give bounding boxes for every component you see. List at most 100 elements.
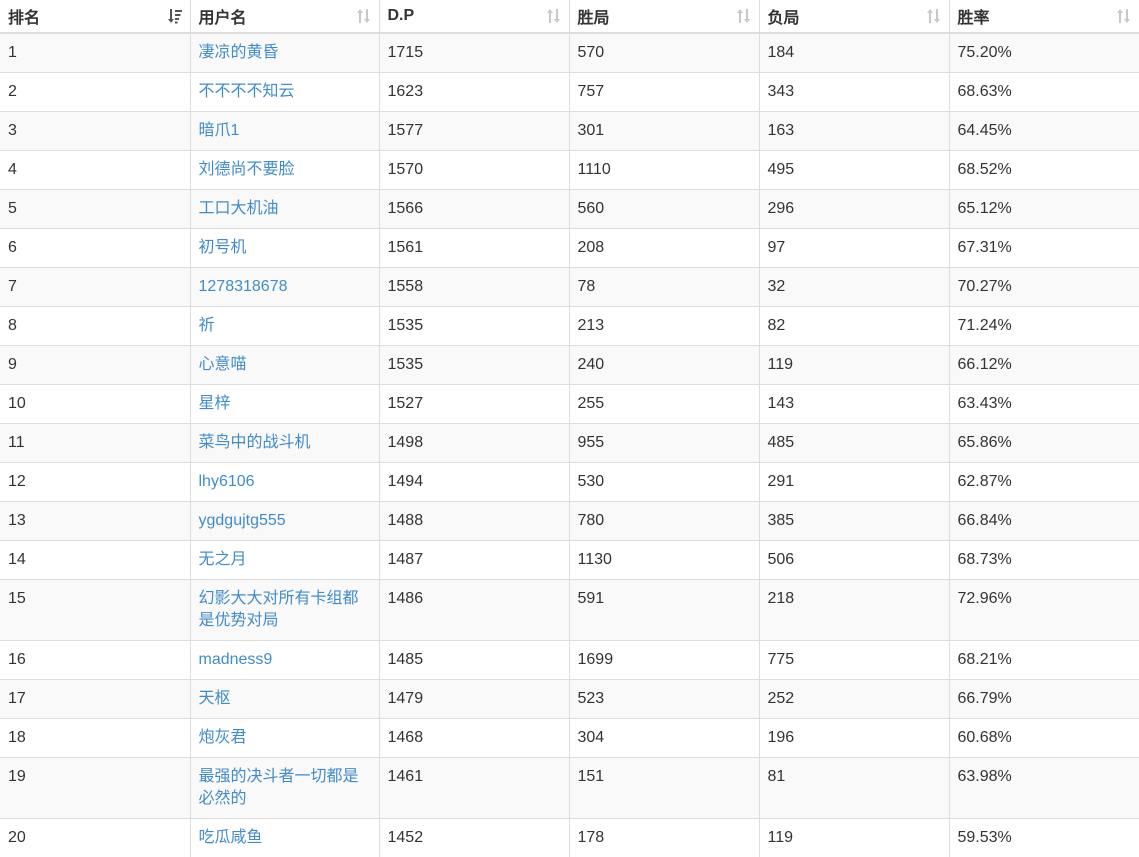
username-cell: 暗爪1 bbox=[190, 112, 379, 151]
dp-cell: 1561 bbox=[379, 229, 569, 268]
username-cell: 天枢 bbox=[190, 680, 379, 719]
table-row: 15幻影大大对所有卡组都是优势对局148659121872.96% bbox=[0, 580, 1139, 641]
losses-cell: 81 bbox=[759, 758, 949, 819]
table-row: 10星梓152725514363.43% bbox=[0, 385, 1139, 424]
dp-header[interactable]: D.P bbox=[379, 0, 569, 33]
wins-cell: 178 bbox=[569, 819, 759, 857]
winrate-cell: 63.43% bbox=[949, 385, 1139, 424]
losses-cell: 385 bbox=[759, 502, 949, 541]
wins-header[interactable]: 胜局 bbox=[569, 0, 759, 33]
dp-cell: 1486 bbox=[379, 580, 569, 641]
winrate-cell: 62.87% bbox=[949, 463, 1139, 502]
winrate-cell: 72.96% bbox=[949, 580, 1139, 641]
winrate-header[interactable]: 胜率 bbox=[949, 0, 1139, 33]
wins-cell: 523 bbox=[569, 680, 759, 719]
username-link[interactable]: 炮灰君 bbox=[199, 729, 247, 746]
username-header[interactable]: 用户名 bbox=[190, 0, 379, 33]
losses-cell: 184 bbox=[759, 33, 949, 73]
username-link[interactable]: 不不不不知云 bbox=[199, 83, 295, 100]
table-row: 11菜鸟中的战斗机149895548565.86% bbox=[0, 424, 1139, 463]
rank-cell: 9 bbox=[0, 346, 190, 385]
sort-both-icon[interactable] bbox=[737, 8, 751, 24]
losses-header[interactable]: 负局 bbox=[759, 0, 949, 33]
wins-cell: 780 bbox=[569, 502, 759, 541]
losses-cell: 343 bbox=[759, 73, 949, 112]
username-cell: lhy6106 bbox=[190, 463, 379, 502]
losses-cell: 495 bbox=[759, 151, 949, 190]
wins-cell: 213 bbox=[569, 307, 759, 346]
column-label: 胜局 bbox=[578, 10, 610, 27]
winrate-cell: 68.21% bbox=[949, 641, 1139, 680]
username-link[interactable]: 星梓 bbox=[199, 395, 231, 412]
username-link[interactable]: 刘德尚不要脸 bbox=[199, 161, 295, 178]
table-row: 17天枢147952325266.79% bbox=[0, 680, 1139, 719]
column-label: 负局 bbox=[768, 10, 800, 27]
username-cell: 最强的决斗者一切都是必然的 bbox=[190, 758, 379, 819]
rank-cell: 4 bbox=[0, 151, 190, 190]
table-row: 5工口大机油156656029665.12% bbox=[0, 190, 1139, 229]
username-link[interactable]: 最强的决斗者一切都是必然的 bbox=[199, 768, 359, 807]
username-link[interactable]: 祈 bbox=[199, 317, 215, 334]
dp-cell: 1488 bbox=[379, 502, 569, 541]
losses-cell: 485 bbox=[759, 424, 949, 463]
wins-cell: 151 bbox=[569, 758, 759, 819]
username-link[interactable]: 1278318678 bbox=[199, 278, 288, 295]
rank-cell: 18 bbox=[0, 719, 190, 758]
dp-cell: 1468 bbox=[379, 719, 569, 758]
sort-both-icon[interactable] bbox=[1117, 8, 1131, 24]
username-cell: ygdgujtg555 bbox=[190, 502, 379, 541]
sort-both-icon[interactable] bbox=[927, 8, 941, 24]
username-link[interactable]: 心意喵 bbox=[199, 356, 247, 373]
username-link[interactable]: madness9 bbox=[199, 651, 273, 668]
username-link[interactable]: lhy6106 bbox=[199, 473, 255, 490]
username-cell: 心意喵 bbox=[190, 346, 379, 385]
table-header-row: 排名用户名D.P 胜局 负局 胜率 bbox=[0, 0, 1139, 33]
table-row: 3暗爪1157730116364.45% bbox=[0, 112, 1139, 151]
dp-cell: 1527 bbox=[379, 385, 569, 424]
username-link[interactable]: 天枢 bbox=[199, 690, 231, 707]
rank-cell: 1 bbox=[0, 33, 190, 73]
table-row: 4刘德尚不要脸1570111049568.52% bbox=[0, 151, 1139, 190]
table-body: 1凄凉的黄昏171557018475.20%2不不不不知云16237573436… bbox=[0, 33, 1139, 857]
wins-cell: 955 bbox=[569, 424, 759, 463]
username-link[interactable]: 菜鸟中的战斗机 bbox=[199, 434, 311, 451]
username-cell: 初号机 bbox=[190, 229, 379, 268]
losses-cell: 97 bbox=[759, 229, 949, 268]
winrate-cell: 67.31% bbox=[949, 229, 1139, 268]
username-link[interactable]: 幻影大大对所有卡组都是优势对局 bbox=[199, 590, 359, 629]
username-link[interactable]: 初号机 bbox=[199, 239, 247, 256]
losses-cell: 296 bbox=[759, 190, 949, 229]
rank-cell: 13 bbox=[0, 502, 190, 541]
rank-cell: 5 bbox=[0, 190, 190, 229]
table-row: 16madness91485169977568.21% bbox=[0, 641, 1139, 680]
rank-cell: 3 bbox=[0, 112, 190, 151]
username-link[interactable]: ygdgujtg555 bbox=[199, 512, 286, 529]
username-link[interactable]: 暗爪1 bbox=[199, 122, 240, 139]
winrate-cell: 59.53% bbox=[949, 819, 1139, 857]
rank-cell: 19 bbox=[0, 758, 190, 819]
rank-header[interactable]: 排名 bbox=[0, 0, 190, 33]
username-link[interactable]: 吃瓜咸鱼 bbox=[199, 829, 263, 846]
rank-cell: 15 bbox=[0, 580, 190, 641]
dp-cell: 1570 bbox=[379, 151, 569, 190]
username-cell: 1278318678 bbox=[190, 268, 379, 307]
sort-desc-icon[interactable] bbox=[168, 8, 182, 24]
dp-cell: 1479 bbox=[379, 680, 569, 719]
sort-both-icon[interactable] bbox=[357, 8, 371, 24]
losses-cell: 506 bbox=[759, 541, 949, 580]
sort-both-icon[interactable] bbox=[547, 8, 561, 24]
username-cell: 幻影大大对所有卡组都是优势对局 bbox=[190, 580, 379, 641]
username-link[interactable]: 工口大机油 bbox=[199, 200, 279, 217]
username-cell: 祈 bbox=[190, 307, 379, 346]
table-row: 14无之月1487113050668.73% bbox=[0, 541, 1139, 580]
losses-cell: 252 bbox=[759, 680, 949, 719]
dp-cell: 1715 bbox=[379, 33, 569, 73]
dp-cell: 1498 bbox=[379, 424, 569, 463]
winrate-cell: 71.24% bbox=[949, 307, 1139, 346]
wins-cell: 1110 bbox=[569, 151, 759, 190]
table-row: 19最强的决斗者一切都是必然的14611518163.98% bbox=[0, 758, 1139, 819]
wins-cell: 1130 bbox=[569, 541, 759, 580]
wins-cell: 530 bbox=[569, 463, 759, 502]
username-link[interactable]: 凄凉的黄昏 bbox=[199, 44, 279, 61]
username-link[interactable]: 无之月 bbox=[199, 551, 247, 568]
